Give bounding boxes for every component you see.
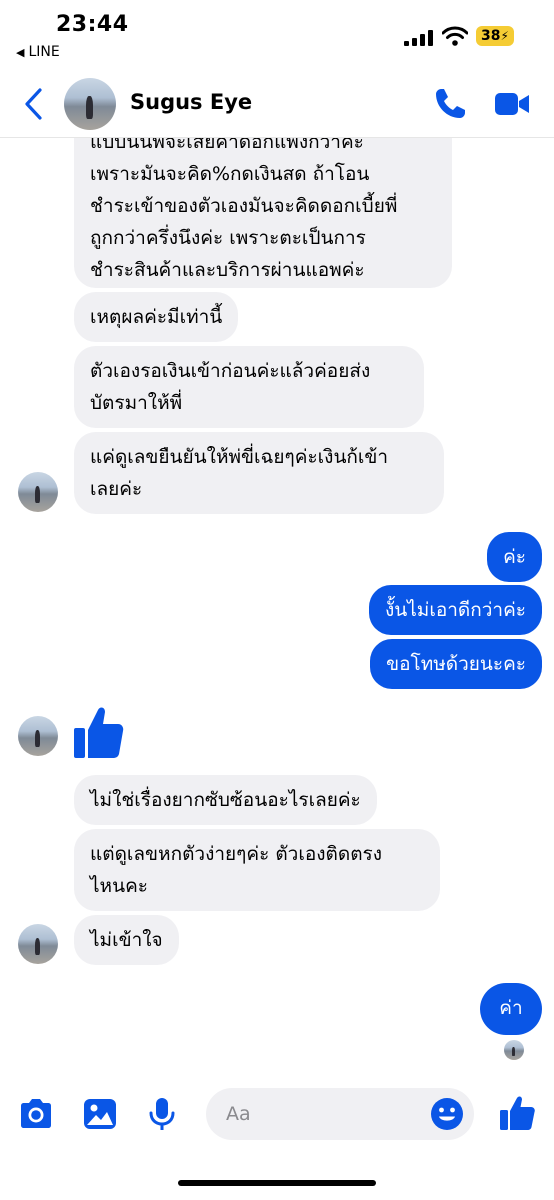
- home-indicator: [178, 1180, 376, 1186]
- back-triangle-icon: ◀: [16, 45, 25, 59]
- outgoing-message-bubble[interactable]: ขอโทษด้วยนะคะ: [370, 639, 542, 689]
- emoji-icon[interactable]: [430, 1097, 464, 1131]
- message-line: ถูกกว่าครึ่งนึงค่ะ เพราะตะเป็นการ: [90, 227, 366, 249]
- message-text: ค่ะ: [503, 546, 526, 568]
- message-line: แค่ดูเลขยืนยันให้พ่ขี่เฉยๆค่ะเงินก้เข้า: [90, 446, 389, 468]
- message-text: ค่า: [499, 997, 523, 1019]
- incoming-message-bubble[interactable]: แค่ดูเลขยืนยันให้พ่ขี่เฉยๆค่ะเงินก้เข้า …: [74, 432, 444, 514]
- message-text: ไม่เข้าใจ: [90, 929, 163, 951]
- incoming-message-bubble[interactable]: เหตุผลค่ะมีเท่านี้: [74, 292, 239, 342]
- sender-avatar[interactable]: [18, 472, 58, 512]
- wifi-icon: [442, 26, 468, 46]
- contact-name[interactable]: Sugus Eye: [130, 90, 252, 114]
- incoming-message-bubble[interactable]: ตัวเองรอเงินเข้าก่อนค่ะแล้วค่อยส่ง บัตรม…: [74, 346, 424, 428]
- message-input[interactable]: [226, 1088, 416, 1140]
- sender-avatar[interactable]: [18, 716, 58, 756]
- message-line: แบบนั้นพี่จะเสียค่าดอกแพงกว่าค่ะ: [90, 138, 364, 153]
- incoming-message-bubble[interactable]: แต่ดูเลขหกตัวง่ายๆค่ะ ตัวเองติดตรง ไหนคะ: [74, 829, 440, 911]
- incoming-message-bubble[interactable]: แบบนั้นพี่จะเสียค่าดอกแพงกว่าค่ะ เพราะมั…: [74, 138, 452, 288]
- message-input-box[interactable]: [206, 1088, 474, 1140]
- incoming-message-bubble[interactable]: ไม่เข้าใจ: [74, 915, 179, 965]
- sender-avatar[interactable]: [18, 924, 58, 964]
- contact-avatar[interactable]: [64, 78, 116, 130]
- chat-header: Sugus Eye: [0, 70, 554, 138]
- message-line: ชำระสินค้าและบริการผ่านแอพค่ะ: [90, 259, 365, 281]
- message-text: เหตุผลค่ะมีเท่านี้: [90, 306, 223, 328]
- back-chevron-icon[interactable]: [20, 86, 48, 122]
- thumbs-up-icon[interactable]: [498, 1094, 536, 1132]
- camera-icon[interactable]: [18, 1096, 54, 1132]
- thumbs-up-icon[interactable]: [72, 704, 124, 760]
- message-line: ไหนคะ: [90, 875, 148, 897]
- charging-bolt-icon: ⚡: [500, 29, 509, 43]
- message-composer: [0, 1080, 554, 1150]
- message-text: ไม่ใช่เรื่องยากซับซ้อนอะไรเลยค่ะ: [90, 789, 361, 811]
- microphone-icon[interactable]: [144, 1096, 180, 1132]
- message-line: เลยค่ะ: [90, 478, 143, 500]
- outgoing-message-bubble[interactable]: งั้นไม่เอาดีกว่าค่ะ: [368, 585, 542, 635]
- phone-icon[interactable]: [432, 86, 468, 122]
- battery-indicator: 38 ⚡: [476, 26, 514, 46]
- status-bar: 23:44 ◀ LINE 38 ⚡: [0, 0, 554, 70]
- battery-level: 38: [481, 28, 501, 44]
- seen-receipt-avatar: [504, 1040, 524, 1060]
- outgoing-message-bubble[interactable]: ค่า: [480, 983, 542, 1035]
- message-line: ชำระเข้าของตัวเองมันจะคิดดอกเบี้ยพี่: [90, 195, 398, 217]
- incoming-message-bubble[interactable]: ไม่ใช่เรื่องยากซับซ้อนอะไรเลยค่ะ: [74, 775, 377, 825]
- message-line: เพราะมันจะคิด%กดเงินสด ถ้าโอน: [90, 163, 370, 185]
- back-app-label: LINE: [28, 44, 60, 60]
- video-camera-icon[interactable]: [494, 88, 530, 120]
- message-text: ขอโทษด้วยนะคะ: [386, 653, 526, 675]
- message-line: ตัวเองรอเงินเข้าก่อนค่ะแล้วค่อยส่ง: [90, 360, 371, 382]
- outgoing-message-bubble[interactable]: ค่ะ: [487, 532, 542, 582]
- message-line: บัตรมาให้พี่: [90, 392, 183, 414]
- status-time: 23:44: [56, 12, 129, 37]
- message-text: งั้นไม่เอาดีกว่าค่ะ: [384, 599, 526, 621]
- photo-icon[interactable]: [82, 1096, 118, 1132]
- signal-icon: [404, 30, 433, 46]
- message-line: แต่ดูเลขหกตัวง่ายๆค่ะ ตัวเองติดตรง: [90, 843, 383, 865]
- back-to-app-link[interactable]: ◀ LINE: [16, 44, 60, 60]
